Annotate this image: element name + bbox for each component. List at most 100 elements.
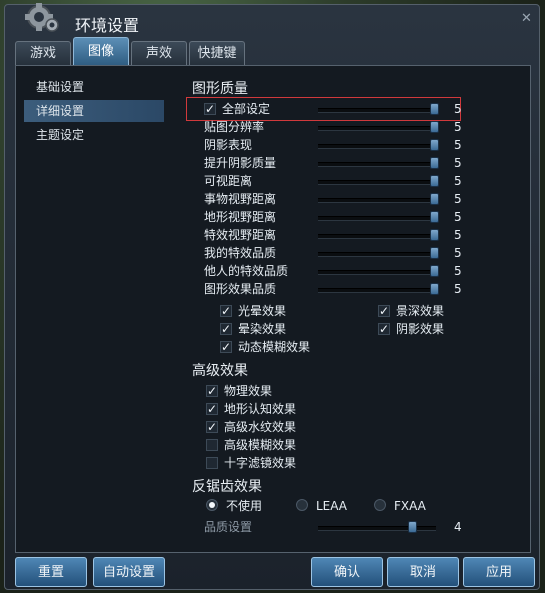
effect-blur-checkbox[interactable] xyxy=(220,320,232,338)
quality-slider-row: 他人的特效品质 5 xyxy=(204,262,462,280)
quality-slider-label: 图形效果品质 xyxy=(204,282,277,296)
effect-motion-blur[interactable]: 动态模糊效果 xyxy=(220,338,310,356)
all-settings-slider-track[interactable] xyxy=(318,108,436,113)
quality-slider-track[interactable] xyxy=(318,270,436,275)
adv-water-checkbox[interactable] xyxy=(206,418,218,436)
quality-slider-value: 5 xyxy=(454,282,462,296)
quality-slider-value: 5 xyxy=(454,192,462,206)
quality-slider-label: 事物视野距离 xyxy=(204,192,277,206)
all-settings-slider-knob[interactable] xyxy=(430,103,439,115)
quality-slider-track[interactable] xyxy=(318,288,436,293)
quality-slider-knob[interactable] xyxy=(430,193,439,205)
confirm-button[interactable]: 确认 xyxy=(311,557,383,587)
gear-icon xyxy=(25,3,59,32)
reset-button[interactable]: 重置 xyxy=(15,557,87,587)
quality-slider-knob[interactable] xyxy=(430,211,439,223)
adv-blur-checkbox[interactable] xyxy=(206,439,218,451)
effect-bloom-label: 光晕效果 xyxy=(238,304,287,318)
tab-sound[interactable]: 声效 xyxy=(131,41,187,65)
aa-option-leaa-radio[interactable] xyxy=(296,499,308,511)
tab-bar: 游戏 图像 声效 快捷键 xyxy=(15,37,247,65)
cancel-button[interactable]: 取消 xyxy=(387,557,459,587)
tab-hotkeys[interactable]: 快捷键 xyxy=(189,41,245,65)
section-title-graphics-quality: 图形质量 xyxy=(192,81,248,97)
effect-bloom-checkbox[interactable] xyxy=(220,302,232,320)
quality-slider-track[interactable] xyxy=(318,180,436,185)
tab-graphics[interactable]: 图像 xyxy=(73,37,129,65)
effect-motion-blur-checkbox[interactable] xyxy=(220,338,232,356)
adv-physics[interactable]: 物理效果 xyxy=(206,382,272,400)
adv-terrain[interactable]: 地形认知效果 xyxy=(206,400,296,418)
quality-slider-value: 5 xyxy=(454,156,462,170)
aa-option-none-radio[interactable] xyxy=(206,499,218,511)
adv-cross-filter[interactable]: 十字滤镜效果 xyxy=(206,454,296,472)
quality-slider-knob[interactable] xyxy=(430,157,439,169)
quality-slider-knob[interactable] xyxy=(430,283,439,295)
quality-slider-value: 5 xyxy=(454,138,462,152)
effect-depth-of-field-label: 景深效果 xyxy=(396,304,445,318)
effect-shadow-label: 阴影效果 xyxy=(396,322,445,336)
quality-slider-row: 可视距离 5 xyxy=(204,172,462,190)
quality-slider-label: 他人的特效品质 xyxy=(204,264,289,278)
aa-option-fxaa[interactable]: FXAA xyxy=(374,497,426,515)
quality-slider-knob[interactable] xyxy=(430,247,439,259)
auto-settings-button[interactable]: 自动设置 xyxy=(93,557,165,587)
effect-motion-blur-label: 动态模糊效果 xyxy=(238,340,311,354)
quality-slider-value: 5 xyxy=(454,174,462,188)
adv-blur[interactable]: 高级模糊效果 xyxy=(206,436,296,454)
quality-slider-value: 5 xyxy=(454,246,462,260)
adv-cross-filter-label: 十字滤镜效果 xyxy=(224,456,297,470)
effect-shadow[interactable]: 阴影效果 xyxy=(378,320,444,338)
quality-slider-row: 事物视野距离 5 xyxy=(204,190,462,208)
aa-option-none[interactable]: 不使用 xyxy=(206,497,262,515)
detail-settings-content: 图形质量 全部设定 5 贴图分辨率5阴影表现5提升阴影质量5可视距离5事物视野距… xyxy=(16,66,532,554)
quality-slider-track[interactable] xyxy=(318,162,436,167)
aa-option-none-label: 不使用 xyxy=(226,499,263,513)
quality-slider-track[interactable] xyxy=(318,234,436,239)
aa-quality-value: 4 xyxy=(454,520,462,534)
apply-button[interactable]: 应用 xyxy=(463,557,535,587)
effect-depth-of-field-checkbox[interactable] xyxy=(378,302,390,320)
all-settings-checkbox[interactable] xyxy=(204,100,216,118)
section-title-advanced: 高级效果 xyxy=(192,363,248,379)
quality-slider-knob[interactable] xyxy=(430,139,439,151)
quality-slider-track[interactable] xyxy=(318,216,436,221)
adv-terrain-label: 地形认知效果 xyxy=(224,402,297,416)
close-icon[interactable]: ✕ xyxy=(521,11,532,26)
quality-slider-track[interactable] xyxy=(318,126,436,131)
quality-slider-label: 我的特效品质 xyxy=(204,246,277,260)
adv-water-label: 高级水纹效果 xyxy=(224,420,297,434)
effect-bloom[interactable]: 光晕效果 xyxy=(220,302,286,320)
aa-option-fxaa-radio[interactable] xyxy=(374,499,386,511)
adv-physics-checkbox[interactable] xyxy=(206,382,218,400)
adv-water[interactable]: 高级水纹效果 xyxy=(206,418,296,436)
quality-slider-value: 5 xyxy=(454,264,462,278)
quality-slider-knob[interactable] xyxy=(430,175,439,187)
adv-physics-label: 物理效果 xyxy=(224,384,273,398)
aa-quality-slider-knob[interactable] xyxy=(408,521,417,533)
quality-slider-track[interactable] xyxy=(318,144,436,149)
settings-window: 环境设置 ✕ 游戏 图像 声效 快捷键 基础设置 详细设置 主题设定 图形质量 … xyxy=(4,3,540,590)
effect-shadow-checkbox[interactable] xyxy=(378,320,390,338)
effect-blur[interactable]: 晕染效果 xyxy=(220,320,286,338)
effect-depth-of-field[interactable]: 景深效果 xyxy=(378,302,444,320)
quality-slider-knob[interactable] xyxy=(430,121,439,133)
quality-slider-track[interactable] xyxy=(318,252,436,257)
adv-terrain-checkbox[interactable] xyxy=(206,400,218,418)
quality-slider-track[interactable] xyxy=(318,198,436,203)
aa-quality-slider-track[interactable] xyxy=(318,526,436,531)
all-settings-value: 5 xyxy=(454,102,462,116)
quality-slider-knob[interactable] xyxy=(430,229,439,241)
adv-cross-filter-checkbox[interactable] xyxy=(206,457,218,469)
quality-slider-label: 贴图分辨率 xyxy=(204,120,265,134)
adv-blur-label: 高级模糊效果 xyxy=(224,438,297,452)
settings-panel: 基础设置 详细设置 主题设定 图形质量 全部设定 5 贴图分辨率5阴影表现5提升… xyxy=(15,65,531,553)
quality-slider-knob[interactable] xyxy=(430,265,439,277)
quality-slider-label: 阴影表现 xyxy=(204,138,253,152)
tab-game[interactable]: 游戏 xyxy=(15,41,71,65)
quality-slider-row: 地形视野距离 5 xyxy=(204,208,462,226)
aa-option-leaa[interactable]: LEAA xyxy=(296,497,347,515)
all-settings-row: 全部设定 5 xyxy=(204,100,462,118)
all-settings-label: 全部设定 xyxy=(222,102,271,116)
quality-slider-row: 图形效果品质 5 xyxy=(204,280,462,298)
